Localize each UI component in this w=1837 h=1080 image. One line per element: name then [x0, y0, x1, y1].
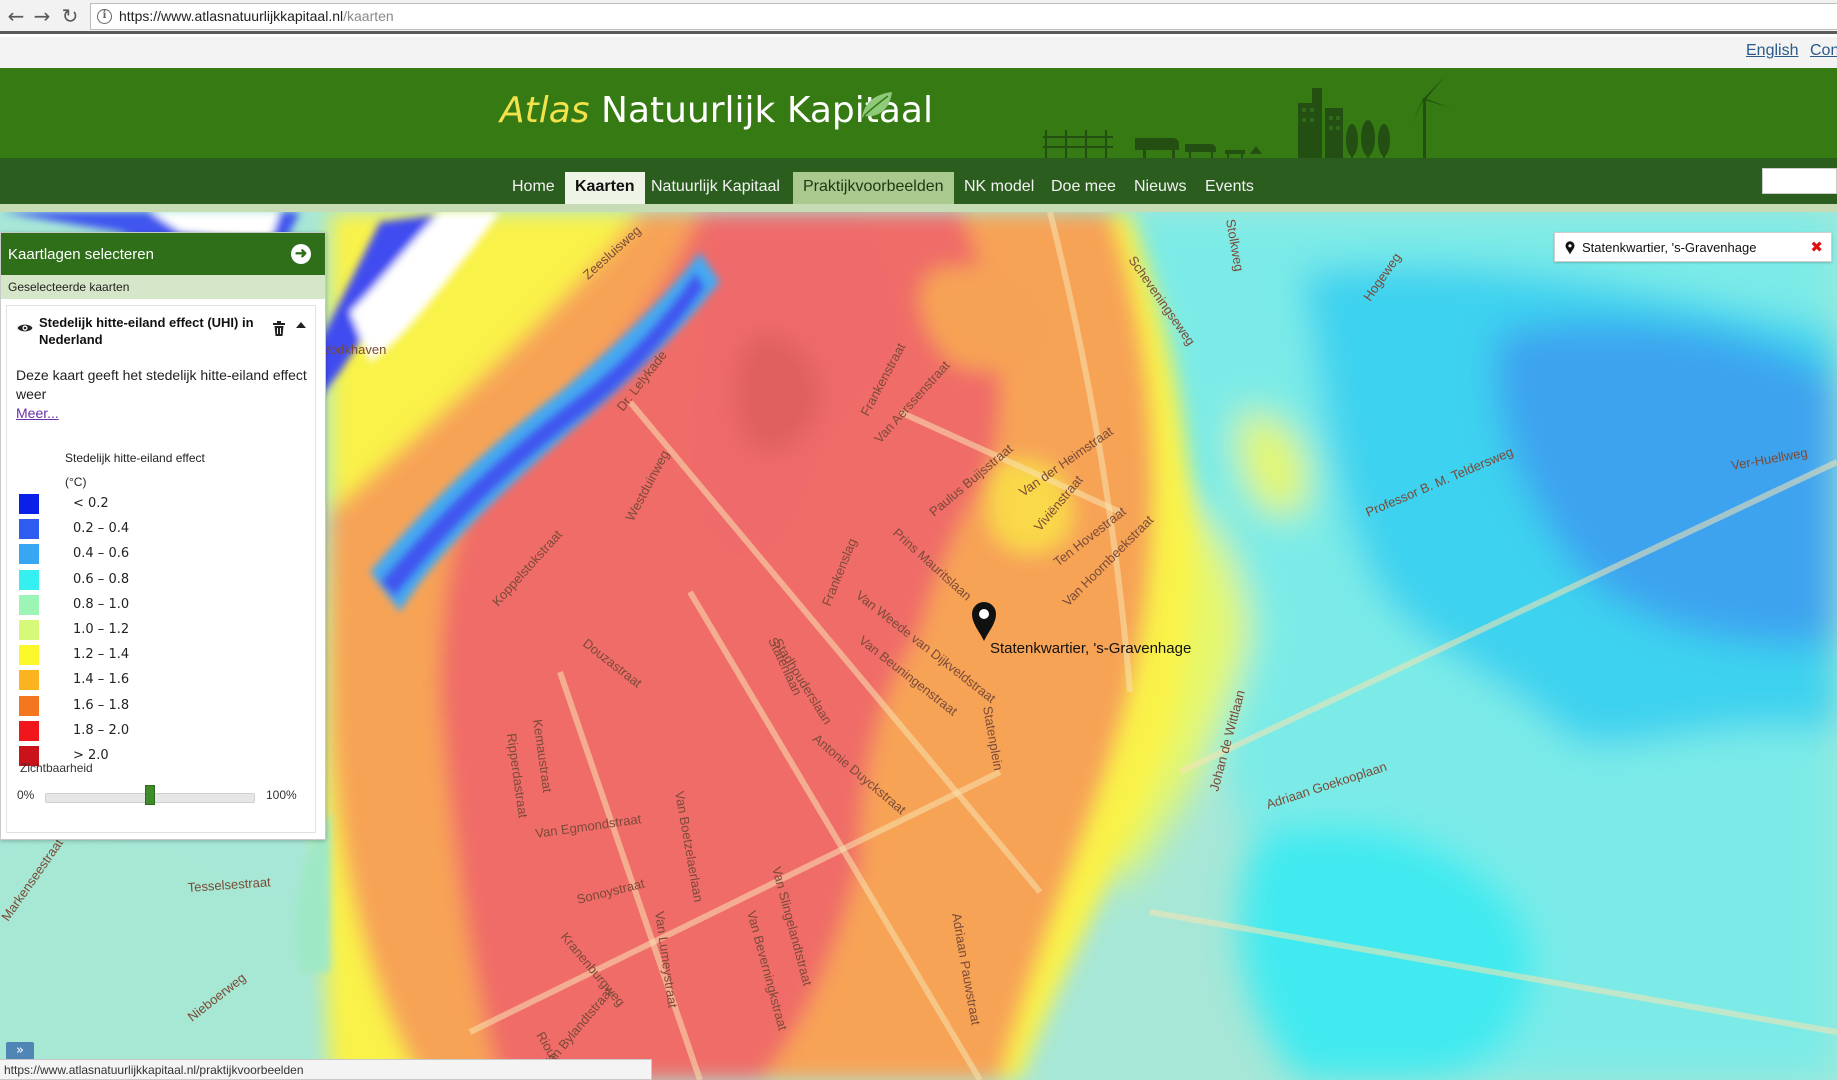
legend-swatch: [19, 645, 39, 666]
legend-label: 1.2 – 1.4: [73, 647, 130, 663]
contact-link[interactable]: Con: [1810, 42, 1837, 60]
reload-icon[interactable]: ↻: [58, 4, 82, 28]
legend-swatch: [19, 569, 39, 590]
page: { "browser": { "back_icon": "arrow-left-…: [0, 0, 1837, 1080]
legend-label: 1.0 – 1.2: [73, 622, 130, 637]
arrow-right-icon[interactable]: →: [30, 4, 54, 28]
panel-title: Kaartlagen selecteren: [8, 246, 154, 263]
visibility-max-label: 100%: [266, 788, 297, 802]
location-text: Statenkwartier, 's-Gravenhage: [1582, 240, 1757, 255]
status-bar-url: https://www.atlasnatuurlijkkapitaal.nl/p…: [0, 1059, 652, 1080]
nav-praktijkvoorbeelden[interactable]: Praktijkvoorbeelden: [793, 172, 954, 204]
legend-label: 1.8 – 2.0: [73, 722, 130, 738]
url-text[interactable]: https://www.atlasnatuurlijkkapitaal.nl/k…: [119, 8, 394, 24]
legend-swatch: [19, 519, 39, 540]
english-link[interactable]: English: [1746, 42, 1798, 60]
browser-toolbar: ← → ↻ i https://www.atlasnatuurlijkkapit…: [0, 0, 1837, 34]
layer-title: Stedelijk hitte-eiland effect (UHI) in N…: [39, 315, 254, 347]
opacity-slider-handle[interactable]: [145, 785, 155, 805]
visibility-label: Zichtbaarheid: [20, 761, 93, 775]
legend-swatch: [19, 594, 39, 615]
map-pin-icon: [1565, 241, 1575, 255]
nav-divider: [0, 204, 1837, 212]
selected-maps-header: Geselecteerde kaarten: [1, 275, 325, 299]
street-label: Vodkhaven: [322, 342, 386, 357]
nav-home[interactable]: Home: [502, 172, 565, 204]
layer-description: Deze kaart geeft het stedelijk hitte-eil…: [16, 367, 307, 402]
legend-label: 0.2 – 0.4: [73, 521, 130, 537]
more-link[interactable]: Meer...: [16, 405, 59, 421]
landscape-silhouette-icon: [1043, 76, 1450, 158]
chevron-up-icon[interactable]: [296, 322, 306, 328]
nav-nieuws[interactable]: Nieuws: [1124, 172, 1196, 204]
location-marker-icon[interactable]: [970, 600, 998, 642]
marker-label: Statenkwartier, 's-Gravenhage: [990, 640, 1192, 657]
address-bar[interactable]: i https://www.atlasnatuurlijkkapitaal.nl…: [90, 3, 1837, 30]
legend-swatch: [19, 620, 39, 640]
legend-swatch: [19, 670, 39, 691]
legend-title: Stedelijk hitte-eiland effect (°C): [65, 451, 205, 489]
legend-swatch: [19, 494, 39, 514]
nav-natuurlijk-kapitaal[interactable]: Natuurlijk Kapitaal: [641, 172, 790, 204]
expand-panel-button[interactable]: »: [6, 1042, 34, 1060]
nav-kaarten[interactable]: Kaarten: [565, 172, 645, 204]
eye-icon[interactable]: [17, 322, 33, 334]
select-layers-header[interactable]: Kaartlagen selecteren ➜: [1, 233, 325, 275]
main-nav: Home Kaarten Natuurlijk Kapitaal Praktij…: [0, 158, 1837, 204]
close-icon[interactable]: ✖: [1810, 238, 1823, 256]
site-search-input[interactable]: [1762, 168, 1837, 194]
legend-swatch: [19, 720, 39, 741]
legend-label: 1.4 – 1.6: [73, 672, 130, 688]
legend-swatch: [19, 544, 39, 565]
nav-nk-model[interactable]: NK model: [954, 172, 1044, 204]
legend-label: 0.4 – 0.6: [73, 546, 130, 562]
top-links: English Con: [0, 37, 1837, 68]
arrow-right-circle-icon[interactable]: ➜: [291, 244, 311, 264]
search-location-chip[interactable]: Statenkwartier, 's-Gravenhage ✖: [1554, 232, 1832, 262]
legend-label: 0.6 – 0.8: [73, 571, 130, 587]
trash-icon[interactable]: [273, 321, 285, 336]
arrow-left-icon[interactable]: ←: [4, 4, 28, 28]
layer-card: Stedelijk hitte-eiland effect (UHI) in N…: [6, 305, 316, 833]
legend-label: < 0.2: [73, 496, 109, 511]
info-icon[interactable]: i: [97, 9, 112, 24]
legend-label: 1.6 – 1.8: [73, 697, 130, 713]
legend-swatch: [19, 695, 39, 716]
site-header: Atlas Natuurlijk Kapitaal: [0, 68, 1837, 158]
nav-events[interactable]: Events: [1195, 172, 1264, 204]
legend-label: 0.8 – 1.0: [73, 596, 130, 612]
layer-panel: Kaartlagen selecteren ➜ Geselecteerde ka…: [0, 232, 326, 840]
nav-doe-mee[interactable]: Doe mee: [1041, 172, 1126, 204]
visibility-min-label: 0%: [17, 788, 35, 802]
leaf-icon: [862, 92, 892, 118]
